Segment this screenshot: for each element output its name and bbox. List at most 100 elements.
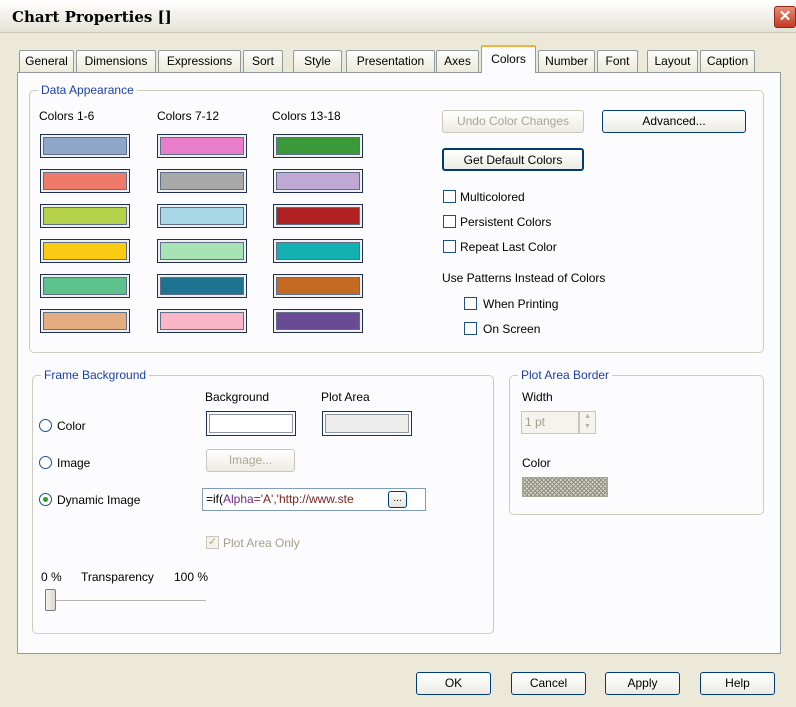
color-swatch-7[interactable]	[157, 134, 247, 158]
persistent-colors-checkbox[interactable]	[443, 215, 456, 228]
tab-axes[interactable]: Axes	[436, 50, 479, 72]
multicolored-label: Multicolored	[460, 190, 525, 204]
color-swatch-fill	[276, 137, 360, 155]
color-swatch-fill	[43, 242, 127, 260]
title-bar[interactable]: Chart Properties [] ✕	[0, 0, 796, 33]
tab-sort[interactable]: Sort	[243, 50, 283, 72]
color-swatch-11[interactable]	[157, 274, 247, 298]
repeat-last-color-checkbox[interactable]	[443, 240, 456, 253]
tab-layout[interactable]: Layout	[647, 50, 698, 72]
ok-button[interactable]: OK	[416, 672, 491, 695]
color-swatch-15[interactable]	[273, 204, 363, 228]
color-swatch-fill	[276, 207, 360, 225]
color-swatch-4[interactable]	[40, 239, 130, 263]
close-icon[interactable]: ✕	[774, 6, 796, 28]
expression-edit-button[interactable]: ...	[388, 491, 407, 508]
width-label: Width	[522, 390, 553, 404]
on-screen-label: On Screen	[483, 322, 541, 336]
tab-expressions[interactable]: Expressions	[158, 50, 241, 72]
color-swatch-16[interactable]	[273, 239, 363, 263]
spin-up-icon[interactable]: ▲	[580, 412, 595, 422]
background-color-box[interactable]	[206, 411, 296, 436]
tab-dimensions[interactable]: Dimensions	[76, 50, 156, 72]
color-swatch-2[interactable]	[40, 169, 130, 193]
color-swatch-fill	[276, 312, 360, 330]
spin-down-icon[interactable]: ▼	[580, 422, 595, 432]
colors-13-18-label: Colors 13-18	[272, 109, 341, 123]
background-header: Background	[205, 390, 270, 404]
tab-number[interactable]: Number	[538, 50, 595, 72]
color-radio[interactable]	[39, 419, 52, 432]
color-swatch-13[interactable]	[273, 134, 363, 158]
border-width-spinner[interactable]: ▲ ▼	[579, 411, 596, 434]
repeat-last-color-label: Repeat Last Color	[460, 240, 557, 254]
color-swatch-fill	[160, 207, 244, 225]
color-swatch-fill	[43, 207, 127, 225]
transparency-label: Transparency	[81, 570, 154, 584]
advanced-button[interactable]: Advanced...	[602, 110, 746, 133]
tab-caption[interactable]: Caption	[700, 50, 755, 72]
window-title: Chart Properties []	[12, 8, 172, 26]
multicolored-checkbox[interactable]	[443, 190, 456, 203]
plot-area-only-label: Plot Area Only	[223, 536, 300, 550]
when-printing-checkbox[interactable]	[464, 297, 477, 310]
color-swatch-18[interactable]	[273, 309, 363, 333]
color-swatch-fill	[43, 137, 127, 155]
expression-suffix: ='A','http://www.ste	[253, 492, 354, 506]
color-swatch-8[interactable]	[157, 169, 247, 193]
color-swatch-9[interactable]	[157, 204, 247, 228]
plot-area-only-checkbox[interactable]	[206, 535, 219, 549]
color-swatch-17[interactable]	[273, 274, 363, 298]
color-swatch-14[interactable]	[273, 169, 363, 193]
use-patterns-label: Use Patterns Instead of Colors	[442, 271, 606, 285]
color-swatch-fill	[276, 242, 360, 260]
color-swatch-12[interactable]	[157, 309, 247, 333]
color-swatch-fill	[160, 172, 244, 190]
chart-properties-dialog: Chart Properties [] ✕ General Dimensions…	[0, 0, 796, 707]
tab-colors[interactable]: Colors	[481, 45, 536, 73]
expression-field-name: Alpha	[223, 492, 254, 506]
color-swatch-1[interactable]	[40, 134, 130, 158]
frame-background-title: Frame Background	[41, 368, 150, 382]
color-swatch-fill	[276, 172, 360, 190]
transparency-min-label: 0 %	[41, 570, 62, 584]
help-button[interactable]: Help	[700, 672, 775, 695]
tab-font[interactable]: Font	[597, 50, 638, 72]
transparency-slider-thumb[interactable]	[45, 589, 56, 611]
color-swatch-fill	[160, 242, 244, 260]
tab-style[interactable]: Style	[293, 50, 342, 72]
plot-area-header: Plot Area	[321, 390, 370, 404]
color-swatch-fill	[160, 312, 244, 330]
color-swatch-10[interactable]	[157, 239, 247, 263]
color-swatch-fill	[43, 277, 127, 295]
border-width-input[interactable]: 1 pt	[521, 411, 579, 434]
color-swatch-5[interactable]	[40, 274, 130, 298]
tab-general[interactable]: General	[19, 50, 74, 72]
image-button[interactable]: Image...	[206, 449, 295, 472]
cancel-button[interactable]: Cancel	[511, 672, 586, 695]
colors-7-12-label: Colors 7-12	[157, 109, 220, 123]
plot-area-color-box[interactable]	[322, 411, 412, 436]
undo-color-changes-button[interactable]: Undo Color Changes	[442, 110, 584, 133]
plot-area-border-title: Plot Area Border	[518, 368, 613, 382]
colors-1-6-label: Colors 1-6	[39, 109, 95, 123]
colors-tab-panel: Data Appearance Colors 1-6 Colors 7-12 C…	[17, 72, 781, 654]
dynamic-image-radio[interactable]	[39, 493, 52, 506]
tab-presentation[interactable]: Presentation	[346, 50, 435, 72]
color-swatch-6[interactable]	[40, 309, 130, 333]
color-swatch-fill	[160, 277, 244, 295]
on-screen-checkbox[interactable]	[464, 322, 477, 335]
dynamic-image-label: Dynamic Image	[57, 493, 141, 507]
border-color-box[interactable]	[522, 477, 608, 497]
image-radio[interactable]	[39, 456, 52, 469]
border-color-label: Color	[522, 456, 551, 470]
image-radio-label: Image	[57, 456, 91, 470]
color-swatch-3[interactable]	[40, 204, 130, 228]
color-swatch-fill	[43, 172, 127, 190]
expression-prefix: =if(	[206, 492, 224, 506]
transparency-slider-track[interactable]	[45, 600, 206, 602]
color-swatch-fill	[276, 277, 360, 295]
transparency-max-label: 100 %	[174, 570, 209, 584]
get-default-colors-button[interactable]: Get Default Colors	[442, 148, 584, 171]
apply-button[interactable]: Apply	[605, 672, 680, 695]
